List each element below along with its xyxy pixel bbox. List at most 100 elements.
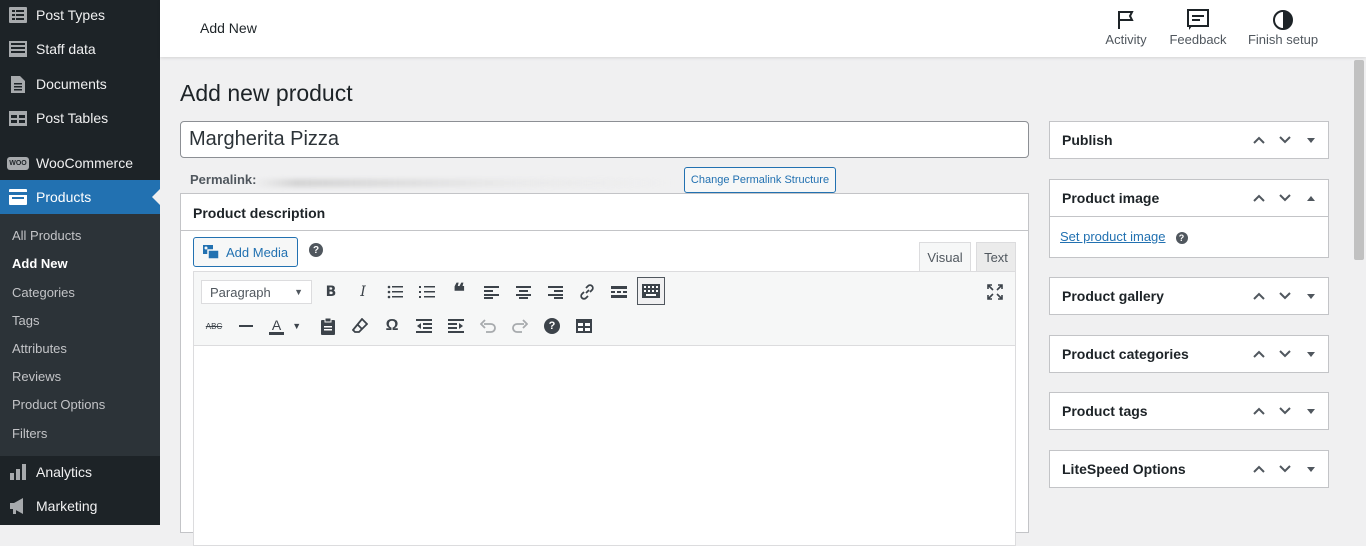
toggle-panel-icon[interactable]: [1300, 187, 1322, 209]
bullet-list-icon[interactable]: [382, 279, 408, 305]
product-title-input[interactable]: [180, 121, 1029, 158]
toggle-panel-icon[interactable]: [1300, 400, 1322, 422]
format-select-value: Paragraph: [210, 284, 271, 300]
tab-visual[interactable]: Visual: [919, 242, 971, 271]
add-media-button[interactable]: Add Media: [193, 237, 298, 267]
clear-formatting-icon[interactable]: [347, 313, 373, 339]
sidebar-item-marketing[interactable]: Marketing: [0, 489, 160, 523]
submenu-reviews[interactable]: Reviews: [12, 369, 61, 384]
horizontal-line-icon[interactable]: [233, 313, 259, 339]
sidebar-item-post-tables[interactable]: Post Tables: [0, 101, 160, 135]
sidebar-item-label: Documents: [36, 76, 107, 92]
move-down-icon[interactable]: [1274, 400, 1296, 422]
submenu-product-options[interactable]: Product Options: [12, 397, 105, 412]
finish-setup-button[interactable]: Finish setup: [1247, 8, 1319, 47]
align-left-icon[interactable]: [478, 279, 504, 305]
product-image-header[interactable]: Product image: [1050, 180, 1328, 216]
move-down-icon[interactable]: [1274, 187, 1296, 209]
submenu-all-products[interactable]: All Products: [12, 228, 81, 243]
sidebar-item-label: Post Tables: [36, 110, 109, 126]
woo-icon: WOO: [7, 153, 29, 173]
move-up-icon[interactable]: [1248, 285, 1270, 307]
submenu-filters[interactable]: Filters: [12, 426, 47, 441]
numbered-list-icon[interactable]: [414, 279, 440, 305]
paste-text-icon[interactable]: [315, 313, 341, 339]
move-up-icon[interactable]: [1248, 187, 1270, 209]
flag-icon: [1104, 8, 1148, 32]
product-gallery-header[interactable]: Product gallery: [1050, 278, 1328, 314]
move-down-icon[interactable]: [1274, 129, 1296, 151]
italic-icon[interactable]: I: [350, 279, 376, 305]
bold-icon[interactable]: B: [318, 279, 344, 305]
header-title: Add New: [200, 20, 257, 36]
sidebar-item-label: Staff data: [36, 41, 96, 57]
toggle-panel-icon[interactable]: [1300, 285, 1322, 307]
keyboard-help-icon[interactable]: ?: [539, 313, 565, 339]
table-icon: [8, 39, 28, 59]
redo-icon[interactable]: [507, 313, 533, 339]
product-description-editor: Product description Add Media ? Visual T…: [180, 193, 1029, 546]
special-character-icon[interactable]: Ω: [379, 313, 405, 339]
page-scrollbar[interactable]: [1352, 60, 1366, 525]
product-categories-header[interactable]: Product categories: [1050, 336, 1328, 372]
sidebar-item-products[interactable]: Products: [0, 180, 160, 214]
archive-icon: [8, 187, 28, 207]
align-center-icon[interactable]: [510, 279, 536, 305]
sidebar-item-staff-data[interactable]: Staff data: [0, 32, 160, 66]
fullscreen-icon[interactable]: [982, 279, 1008, 305]
product-gallery-box: Product gallery: [1049, 277, 1329, 315]
feedback-button[interactable]: Feedback: [1169, 8, 1227, 47]
outdent-icon[interactable]: [411, 313, 437, 339]
product-tags-header[interactable]: Product tags: [1050, 393, 1328, 429]
link-icon[interactable]: [574, 279, 600, 305]
toggle-panel-icon[interactable]: [1300, 458, 1322, 480]
strikethrough-icon[interactable]: ABC: [201, 313, 227, 339]
sidebar-item-post-types[interactable]: Post Types: [0, 0, 160, 32]
product-image-box: Product image Set product image?: [1049, 179, 1329, 258]
toggle-panel-icon[interactable]: [1300, 129, 1322, 151]
undo-icon[interactable]: [475, 313, 501, 339]
text-color-icon[interactable]: A ▼: [265, 313, 305, 339]
blockquote-icon[interactable]: ❝: [446, 279, 472, 305]
bar-chart-icon: [8, 462, 28, 482]
publish-header[interactable]: Publish: [1050, 122, 1328, 158]
sidebar-item-documents[interactable]: Documents: [0, 67, 160, 101]
move-up-icon[interactable]: [1248, 129, 1270, 151]
align-right-icon[interactable]: [542, 279, 568, 305]
read-more-icon[interactable]: [606, 279, 632, 305]
toggle-panel-icon[interactable]: [1300, 343, 1322, 365]
indent-icon[interactable]: [443, 313, 469, 339]
toolbar-toggle-icon[interactable]: [637, 277, 665, 305]
sidebar-item-woocommerce[interactable]: WOO WooCommerce: [0, 146, 160, 180]
submenu-categories[interactable]: Categories: [12, 285, 75, 300]
move-up-icon[interactable]: [1248, 343, 1270, 365]
sidebar-item-label: Analytics: [36, 464, 93, 480]
products-submenu: All Products Add New Categories Tags Att…: [0, 214, 160, 456]
finish-setup-label: Finish setup: [1247, 32, 1319, 47]
media-icon: [202, 244, 220, 260]
help-icon[interactable]: ?: [1175, 231, 1188, 244]
submenu-tags[interactable]: Tags: [12, 313, 39, 328]
change-permalink-button[interactable]: Change Permalink Structure: [684, 167, 836, 193]
format-select[interactable]: Paragraph ▼: [201, 280, 312, 304]
sidebar-item-label: WooCommerce: [36, 155, 133, 171]
activity-button[interactable]: Activity: [1104, 8, 1148, 47]
move-up-icon[interactable]: [1248, 458, 1270, 480]
set-product-image-link[interactable]: Set product image: [1060, 229, 1166, 244]
sidebar-item-analytics[interactable]: Analytics: [0, 455, 160, 489]
sidebar-item-label: Marketing: [36, 498, 98, 514]
move-down-icon[interactable]: [1274, 343, 1296, 365]
editor-header: Product description: [181, 194, 1028, 231]
move-down-icon[interactable]: [1274, 458, 1296, 480]
submenu-add-new[interactable]: Add New: [12, 256, 68, 271]
tab-text[interactable]: Text: [976, 242, 1016, 271]
submenu-attributes[interactable]: Attributes: [12, 341, 67, 356]
permalink-url-blurred: [255, 179, 675, 187]
help-icon[interactable]: ?: [309, 243, 323, 257]
scrollbar-thumb[interactable]: [1354, 60, 1364, 260]
litespeed-options-header[interactable]: LiteSpeed Options: [1050, 451, 1328, 487]
table-insert-icon[interactable]: [571, 313, 597, 339]
editor-content-area[interactable]: [193, 346, 1016, 546]
move-down-icon[interactable]: [1274, 285, 1296, 307]
move-up-icon[interactable]: [1248, 400, 1270, 422]
